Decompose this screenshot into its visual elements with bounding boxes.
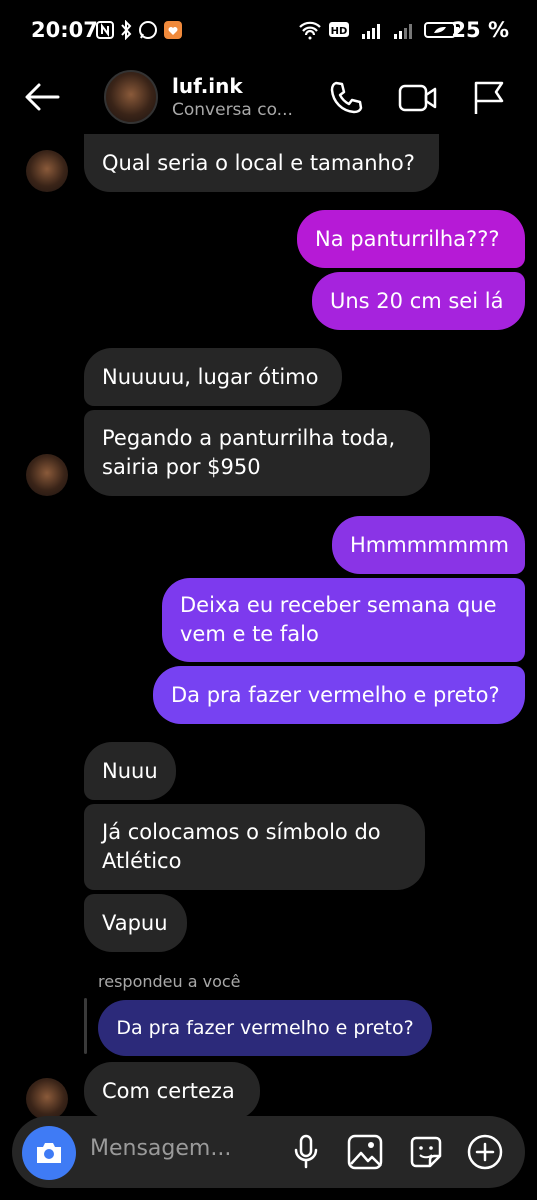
add-plus-icon[interactable] xyxy=(467,1134,503,1170)
whatsapp-icon xyxy=(139,21,157,39)
message-incoming[interactable]: Nuuu xyxy=(84,742,176,800)
message-incoming[interactable]: Nuuuuu, lugar ótimo xyxy=(84,348,342,406)
phone-call-icon[interactable] xyxy=(328,80,364,116)
bluetooth-icon xyxy=(121,20,132,40)
reply-label: respondeu a você xyxy=(98,972,241,991)
gallery-icon[interactable] xyxy=(347,1134,383,1170)
video-call-icon[interactable] xyxy=(398,82,438,114)
reply-indicator-bar xyxy=(84,998,87,1054)
app-notification-icon xyxy=(164,21,182,39)
contact-subtitle[interactable]: Conversa co... xyxy=(172,100,293,120)
camera-button[interactable] xyxy=(22,1126,76,1180)
message-outgoing[interactable]: Da pra fazer vermelho e preto? xyxy=(153,666,525,724)
signal-icon-2 xyxy=(394,24,412,39)
message-incoming[interactable]: Qual seria o local e tamanho? xyxy=(84,134,439,192)
quoted-message[interactable]: Da pra fazer vermelho e preto? xyxy=(98,1000,432,1056)
contact-avatar[interactable] xyxy=(104,70,158,124)
svg-text:HD: HD xyxy=(331,26,348,37)
signal-icon xyxy=(362,24,380,39)
back-arrow-icon[interactable] xyxy=(24,82,60,112)
sender-avatar[interactable] xyxy=(26,150,68,192)
nfc-icon xyxy=(96,21,114,39)
message-outgoing[interactable]: Deixa eu receber semana que vem e te fal… xyxy=(162,578,525,662)
message-incoming[interactable]: Já colocamos o símbolo do Atlético xyxy=(84,804,425,890)
hd-icon: HD xyxy=(329,22,349,37)
message-incoming[interactable]: Vapuu xyxy=(84,894,187,952)
message-incoming[interactable]: Com certeza xyxy=(84,1062,260,1120)
battery-percent: 25 % xyxy=(451,18,509,42)
report-flag-icon[interactable] xyxy=(472,80,506,116)
sender-avatar[interactable] xyxy=(26,454,68,496)
message-composer xyxy=(12,1116,525,1188)
microphone-icon[interactable] xyxy=(292,1134,320,1170)
message-incoming[interactable]: Pegando a panturrilha toda, sairia por $… xyxy=(84,410,430,496)
wifi-icon xyxy=(299,21,321,40)
message-outgoing[interactable]: Uns 20 cm sei lá xyxy=(312,272,525,330)
status-icons-right: HD xyxy=(298,20,460,40)
status-icons-left xyxy=(96,20,183,40)
sender-avatar[interactable] xyxy=(26,1078,68,1120)
message-outgoing[interactable]: Na panturrilha??? xyxy=(297,210,525,268)
status-time: 20:07 xyxy=(31,18,98,42)
message-outgoing[interactable]: Hmmmmmmm xyxy=(332,516,525,574)
contact-name[interactable]: luf.ink xyxy=(172,74,243,98)
message-input[interactable]: Mensagem... xyxy=(90,1136,231,1161)
status-bar: 20:07 HD 25 % xyxy=(0,0,537,62)
sticker-icon[interactable] xyxy=(408,1134,444,1170)
camera-icon xyxy=(37,1143,61,1163)
